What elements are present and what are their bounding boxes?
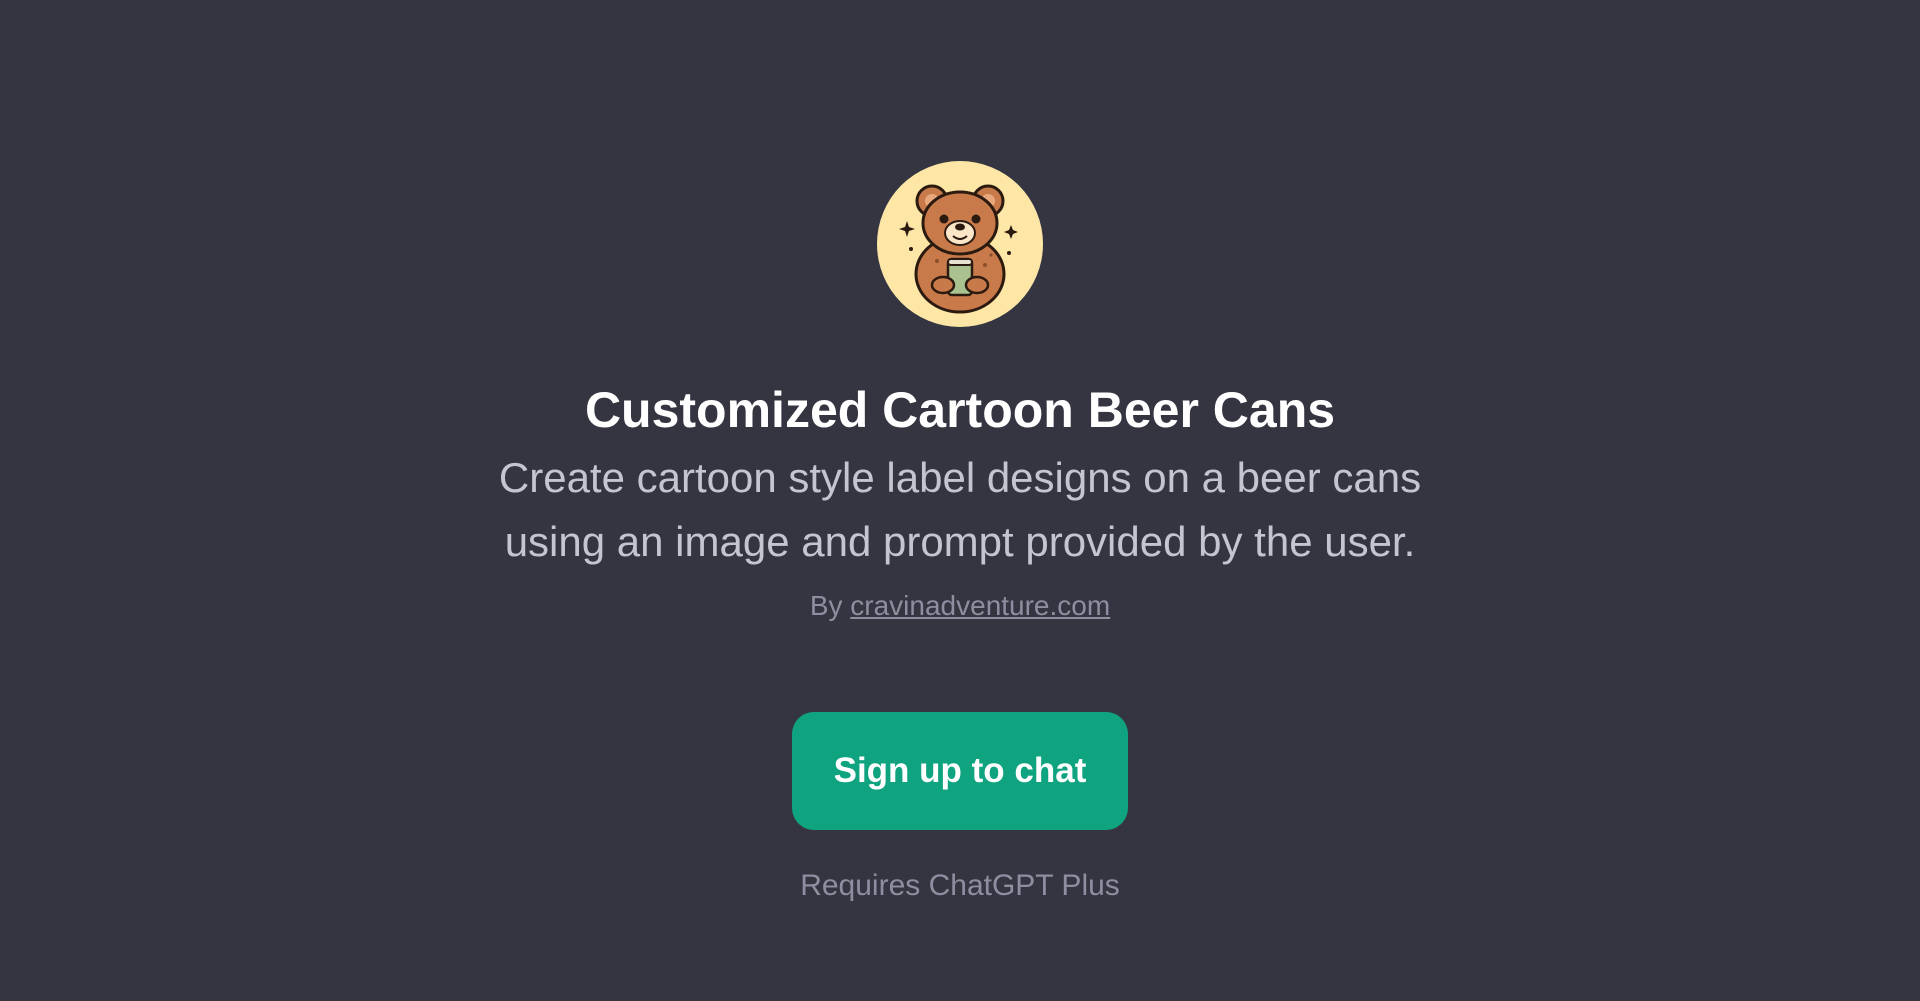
byline-prefix: By bbox=[809, 590, 843, 621]
gpt-byline: By cravinadventure.com bbox=[810, 588, 1110, 624]
sign-up-to-chat-button[interactable]: Sign up to chat bbox=[792, 712, 1128, 830]
gpt-title: Customized Cartoon Beer Cans bbox=[584, 382, 1336, 438]
gpt-landing: Customized Cartoon Beer Cans Create cart… bbox=[0, 0, 1920, 1001]
author-link[interactable]: cravinadventure.com bbox=[850, 590, 1110, 621]
requirement-note: Requires ChatGPT Plus bbox=[800, 869, 1120, 902]
bear-with-beer-can-icon bbox=[899, 184, 1018, 314]
gpt-avatar bbox=[877, 161, 1043, 327]
gpt-description: Create cartoon style label designs on a … bbox=[498, 454, 1422, 565]
